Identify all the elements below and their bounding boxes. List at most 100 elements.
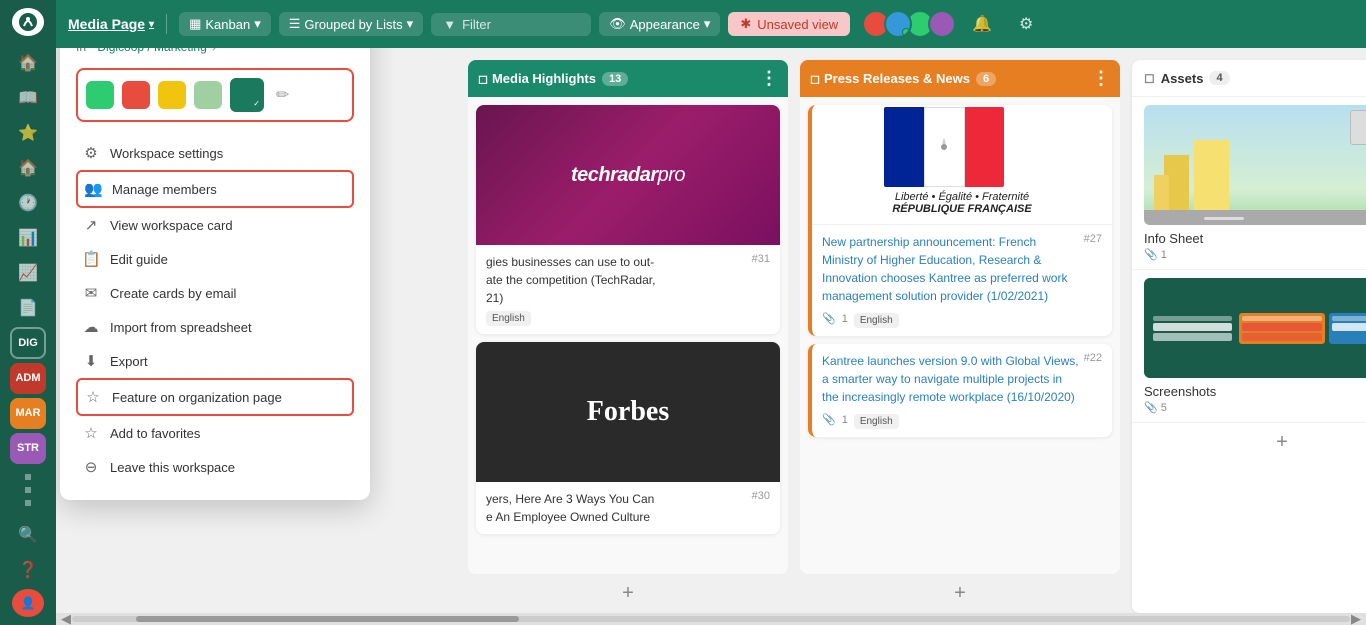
kanban-view-button[interactable]: ▦ Kanban ▾ <box>179 12 271 36</box>
notifications-bell[interactable]: 🔔 <box>964 6 1000 42</box>
unsaved-view-button[interactable]: ✱ Unsaved view <box>728 12 850 36</box>
card-french-ministry[interactable]: Liberté • Égalité • FraternitéRÉPUBLIQUE… <box>808 105 1112 336</box>
feature-icon: ☆ <box>84 388 102 406</box>
leave-icon: ⊖ <box>82 458 100 476</box>
workspace-badge-str[interactable]: STR <box>10 433 46 464</box>
card-techradar[interactable]: techradarpro gies businesses can use to … <box>476 105 780 334</box>
grouped-chevron: ▾ <box>407 16 414 32</box>
column-press-releases: ◻ Press Releases & News 6 ⋮ <box>800 60 1120 613</box>
color-swatch-selected-dark-green[interactable]: ✓ <box>230 78 264 112</box>
card-number: #22 <box>1084 352 1102 364</box>
card-kantree-v9[interactable]: Kantree launches version 9.0 with Global… <box>808 344 1112 437</box>
column-media-highlights: ◻ Media Highlights 13 ⋮ techradarpro gie… <box>468 60 788 613</box>
workspace-path-link[interactable]: Digicoop / Marketing <box>97 48 206 54</box>
card-forbes[interactable]: Forbes yers, Here Are 3 Ways You Cane An… <box>476 342 780 534</box>
scroll-thumb[interactable] <box>136 616 519 622</box>
assets-title: Assets <box>1161 71 1204 86</box>
clip-count: 1 <box>842 414 848 426</box>
assets-add-button[interactable]: + <box>1132 423 1366 462</box>
color-swatch-light-green[interactable] <box>194 81 222 109</box>
menu-item-export[interactable]: ⬇ Export <box>76 344 354 378</box>
menu-item-view-workspace-card[interactable]: ↗ View workspace card <box>76 208 354 242</box>
filter-label: Filter <box>462 17 491 32</box>
menu-item-label: Add to favorites <box>110 426 200 441</box>
grouped-by-button[interactable]: ☰ Grouped by Lists ▾ <box>279 12 423 36</box>
appearance-chevron: ▾ <box>704 16 711 32</box>
avatar-2[interactable] <box>884 10 912 38</box>
menu-item-create-cards-email[interactable]: ✉ Create cards by email <box>76 276 354 310</box>
card-number: #31 <box>752 253 770 265</box>
sidebar-item-home[interactable]: 🏠 <box>10 48 46 79</box>
card-text: yers, Here Are 3 Ways You Cane An Employ… <box>486 490 654 526</box>
menu-item-import-spreadsheet[interactable]: ☁ Import from spreadsheet <box>76 310 354 344</box>
menu-item-leave-workspace[interactable]: ⊖ Leave this workspace <box>76 450 354 484</box>
card-meta: 📎 1 English <box>822 410 1102 429</box>
workspace-badge-adm[interactable]: ADM <box>10 363 46 394</box>
card-body: New partnership announcement: French Min… <box>812 225 1112 336</box>
assets-icon: ◻ <box>1144 70 1155 86</box>
asset-clips: 📎 5 <box>1144 401 1366 414</box>
menu-item-edit-guide[interactable]: 📋 Edit guide <box>76 242 354 276</box>
online-indicator <box>902 28 910 36</box>
settings-icon: ⚙ <box>82 144 100 162</box>
avatar-4[interactable] <box>928 10 956 38</box>
asset-thumbnail-screenshots <box>1144 278 1366 378</box>
color-pen-icon[interactable]: ✏ <box>276 85 289 105</box>
card-tag: English <box>486 311 531 326</box>
scroll-left-arrow[interactable]: ◀ <box>60 613 72 625</box>
menu-item-label: View workspace card <box>110 218 233 233</box>
popup-workspace-path: In Digicoop / Marketing ↗ <box>76 48 354 54</box>
asset-item-info-sheet[interactable]: Info Sheet #6 📎 1 <box>1132 97 1366 270</box>
sidebar: 🏠 📖 ⭐ 🏠 🕐 📊 📈 📄 DIG ADM MAR STR 🔍 ❓ 👤 <box>0 0 56 625</box>
column-assets: ◻ Assets 4 ⋮ <box>1132 60 1366 613</box>
card-text: gies businesses can use to out-ate the c… <box>486 253 655 307</box>
menu-item-label: Leave this workspace <box>110 460 235 475</box>
column-add-card-button-press[interactable]: + <box>800 574 1120 613</box>
color-swatch-green[interactable] <box>86 81 114 109</box>
asset-item-screenshots[interactable]: Screenshots #14 📎 5 <box>1132 270 1366 423</box>
appearance-button[interactable]: 👁 Appearance ▾ <box>599 12 720 36</box>
unsaved-icon: ✱ <box>740 16 751 32</box>
menu-item-workspace-settings[interactable]: ⚙ Workspace settings <box>76 136 354 170</box>
clip-icon: 📎 <box>822 413 836 426</box>
column-add-card-button[interactable]: + <box>468 574 788 613</box>
sidebar-item-doc[interactable]: 📄 <box>10 292 46 323</box>
menu-item-feature-org-page[interactable]: ☆ Feature on organization page <box>76 378 354 416</box>
clip-icon: 📎 <box>822 312 836 325</box>
sidebar-help[interactable]: ❓ <box>10 554 46 585</box>
workspace-badge-mar[interactable]: MAR <box>10 398 46 429</box>
clip-icon: 📎 <box>1144 249 1158 261</box>
scroll-track[interactable] <box>72 616 1350 622</box>
page-title[interactable]: Media Page ▾ <box>68 16 154 32</box>
column-menu-button[interactable]: ⋮ <box>760 68 778 89</box>
sidebar-search[interactable]: 🔍 <box>10 520 46 551</box>
assets-count: 4 <box>1209 71 1229 85</box>
sidebar-item-clock[interactable]: 🕐 <box>10 187 46 218</box>
menu-item-add-favorites[interactable]: ☆ Add to favorites <box>76 416 354 450</box>
kanban-chevron: ▾ <box>254 16 261 32</box>
workspace-badge-dig[interactable]: DIG <box>10 327 46 359</box>
sidebar-item-chart2[interactable]: 📈 <box>10 257 46 288</box>
app-logo[interactable] <box>12 8 44 36</box>
card-body: Kantree launches version 9.0 with Global… <box>812 344 1112 437</box>
sidebar-item-book[interactable]: 📖 <box>10 82 46 113</box>
card-tag: English <box>854 313 899 328</box>
sidebar-item-star[interactable]: ⭐ <box>10 117 46 148</box>
color-swatch-yellow[interactable] <box>158 81 186 109</box>
horizontal-scrollbar[interactable]: ◀ ▶ <box>56 613 1366 625</box>
column-title: Press Releases & News <box>824 71 970 86</box>
color-swatch-red[interactable] <box>122 81 150 109</box>
sidebar-item-chart[interactable]: 📊 <box>10 222 46 253</box>
scroll-right-arrow[interactable]: ▶ <box>1350 613 1362 625</box>
column-count: 6 <box>976 72 996 86</box>
sidebar-item-grid[interactable]: 🏠 <box>10 152 46 183</box>
column-menu-button[interactable]: ⋮ <box>1092 68 1110 89</box>
french-republic-text: Liberté • Égalité • FraternitéRÉPUBLIQUE… <box>884 187 1039 223</box>
clip-icon: 📎 <box>1144 402 1158 414</box>
user-avatar[interactable]: 👤 <box>12 589 44 617</box>
global-settings-icon[interactable]: ⚙ <box>1008 6 1044 42</box>
filter-box[interactable]: ▼ Filter <box>431 13 591 36</box>
card-body: yers, Here Are 3 Ways You Cane An Employ… <box>476 482 780 534</box>
menu-item-manage-members[interactable]: 👥 Manage members <box>76 170 354 208</box>
share-icon[interactable]: ↗ <box>211 48 221 54</box>
